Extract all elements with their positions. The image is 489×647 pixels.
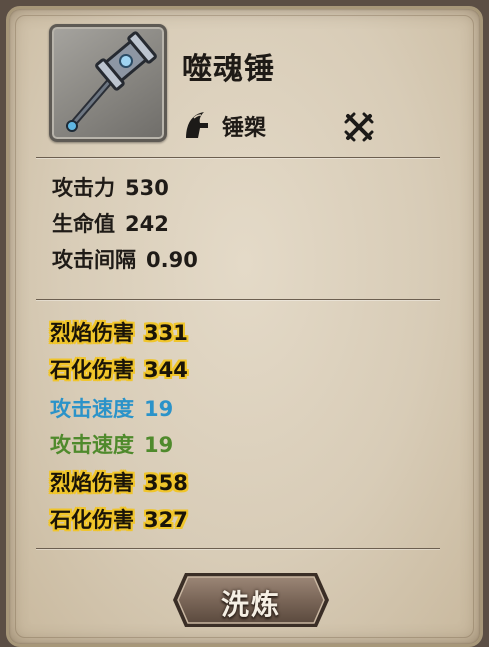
affix-row: 攻击速度 19 xyxy=(50,393,173,423)
affix-label: 烈焰伤害 xyxy=(50,321,134,345)
stat-label: 生命值 xyxy=(52,212,115,236)
stat-attack-interval: 攻击间隔 0.90 xyxy=(52,244,198,274)
divider-top xyxy=(36,157,440,159)
stat-value: 0.90 xyxy=(146,248,198,272)
weapon-type-label: 锤槊 xyxy=(222,116,267,141)
stat-value: 242 xyxy=(125,212,169,236)
refine-button-label: 洗炼 xyxy=(220,588,281,621)
helmet-crest-icon xyxy=(186,112,208,138)
refine-button[interactable]: 洗炼 xyxy=(171,569,331,631)
affix-row: 攻击速度 19 xyxy=(50,429,173,459)
affix-label: 攻击速度 xyxy=(50,433,134,457)
affix-row: 烈焰伤害 331 xyxy=(50,317,188,347)
item-icon-frame[interactable] xyxy=(49,24,167,142)
affix-value: 19 xyxy=(144,397,174,421)
affix-value: 344 xyxy=(144,358,188,382)
affix-label: 石化伤害 xyxy=(50,358,134,382)
stat-label: 攻击力 xyxy=(52,176,115,200)
stat-label: 攻击间隔 xyxy=(52,248,136,272)
affix-row: 石化伤害 327 xyxy=(50,504,188,534)
affix-label: 石化伤害 xyxy=(50,508,134,532)
affix-label: 攻击速度 xyxy=(50,397,134,421)
affix-value: 327 xyxy=(144,508,188,532)
soul-hammer-icon xyxy=(66,31,157,132)
affix-value: 331 xyxy=(144,321,188,345)
crossed-swords-icon xyxy=(344,112,374,142)
stat-attack: 攻击力 530 xyxy=(52,172,169,202)
affix-value: 19 xyxy=(144,433,174,457)
affix-row: 石化伤害 344 xyxy=(50,354,188,384)
stat-value: 530 xyxy=(125,176,169,200)
item-name: 噬魂锤 xyxy=(182,52,275,87)
divider-bottom xyxy=(36,548,440,550)
affix-value: 358 xyxy=(144,471,188,495)
stat-hp: 生命值 242 xyxy=(52,208,169,238)
divider-middle xyxy=(36,299,440,301)
affix-row: 烈焰伤害 358 xyxy=(50,467,188,497)
affix-label: 烈焰伤害 xyxy=(50,471,134,495)
